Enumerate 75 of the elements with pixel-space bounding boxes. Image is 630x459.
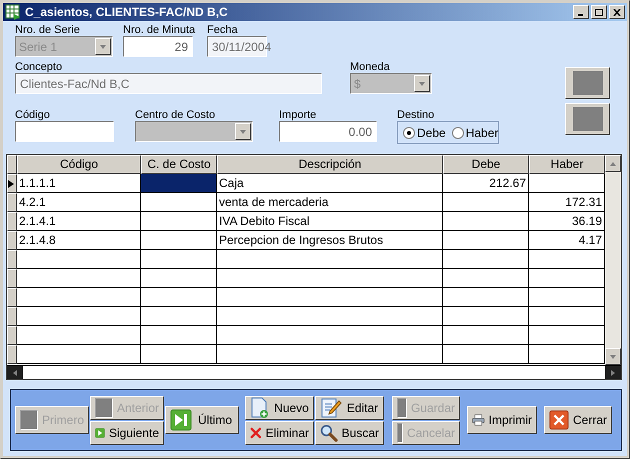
input-field[interactable] — [15, 121, 114, 142]
skip-to-end-icon — [170, 409, 192, 431]
field-label: Destino — [397, 109, 436, 121]
field-label: Concepto — [15, 61, 64, 73]
header-corner — [7, 155, 17, 174]
scroll-right-icon — [609, 368, 617, 376]
horizontal-scrollbar[interactable] — [7, 365, 621, 379]
field-label: Código — [15, 109, 51, 121]
field-label: Importe — [279, 109, 318, 121]
toolbar-button[interactable]: Buscar — [315, 420, 384, 444]
scroll-up-icon — [609, 160, 617, 168]
table-cell: IVA Debito Fiscal — [217, 212, 443, 231]
field-label: Fecha — [207, 24, 239, 36]
spreadsheet-icon — [5, 4, 21, 20]
row-header[interactable] — [7, 269, 17, 288]
caret-icon — [418, 80, 426, 88]
table-cell: 212.67 — [443, 174, 529, 193]
row-indicator[interactable] — [7, 174, 17, 193]
table-cell: 2.1.4.8 — [17, 231, 141, 250]
table-cell: 2.1.4.1 — [17, 212, 141, 231]
image-placeholder-icon — [20, 410, 38, 430]
image-placeholder-icon — [397, 398, 407, 418]
toolbar-button[interactable]: Editar — [315, 396, 384, 420]
radio-option[interactable]: Haber — [452, 124, 498, 142]
scroll-down-icon — [609, 352, 617, 360]
toolbar-button[interactable]: Último — [165, 406, 239, 434]
close-button[interactable] — [609, 5, 625, 19]
input-field[interactable]: 29 — [123, 36, 193, 57]
row-header[interactable] — [7, 250, 17, 269]
vertical-scrollbar[interactable] — [605, 155, 621, 365]
close-icon — [549, 409, 569, 431]
toolbar-button[interactable]: Nuevo — [245, 396, 314, 420]
radio-button[interactable] — [403, 126, 415, 138]
maximize-button[interactable] — [591, 5, 607, 19]
table-cell: 4.2.1 — [17, 193, 141, 212]
pencil-note-icon — [320, 396, 342, 418]
row-header[interactable] — [7, 326, 17, 345]
row-header[interactable] — [7, 288, 17, 307]
caret-icon — [239, 128, 247, 136]
image-button[interactable] — [565, 67, 610, 99]
maximize-icon — [595, 8, 603, 16]
table-cell: Percepcion de Ingresos Brutos — [217, 231, 443, 250]
field-label: Nro. de Minuta — [123, 24, 193, 36]
input-field[interactable]: Clientes-Fac/Nd B,C — [15, 73, 322, 94]
input-field[interactable]: 0.00 — [279, 121, 377, 142]
row-header[interactable] — [7, 345, 17, 364]
field-label: Nro. de Serie — [15, 24, 81, 36]
caret-icon — [99, 42, 107, 50]
column-header[interactable]: Haber — [529, 155, 605, 174]
minimize-button[interactable] — [573, 5, 589, 19]
toolbar-button[interactable]: Siguiente — [90, 420, 164, 444]
toolbar-button[interactable]: Imprimir — [467, 406, 537, 434]
image-button[interactable] — [565, 103, 610, 135]
field-label: Moneda — [350, 61, 391, 73]
toolbar-button[interactable]: Eliminar — [245, 420, 314, 444]
radio-option[interactable]: Debe — [403, 124, 446, 142]
image-placeholder-icon — [397, 422, 403, 442]
column-header[interactable]: C. de Costo — [141, 155, 217, 174]
table-cell: Caja — [217, 174, 443, 193]
image-placeholder-icon — [95, 398, 113, 418]
row-indicator[interactable] — [7, 231, 17, 250]
window-title: C_asientos, CLIENTES-FAC/ND B,C — [25, 4, 228, 21]
close-icon — [613, 8, 621, 16]
row-indicator[interactable] — [7, 193, 17, 212]
row-indicator[interactable] — [7, 212, 17, 231]
new-document-icon — [250, 396, 270, 418]
scroll-left-icon — [11, 368, 19, 376]
column-header[interactable]: Debe — [443, 155, 529, 174]
column-header[interactable]: Descripción — [217, 155, 443, 174]
column-header[interactable]: Código — [17, 155, 141, 174]
table-cell: venta de mercaderia — [217, 193, 443, 212]
radio-button[interactable] — [452, 126, 464, 138]
toolbar-button[interactable]: Cerrar — [544, 406, 612, 434]
field-label: Centro de Costo — [135, 109, 216, 121]
row-header[interactable] — [7, 307, 17, 326]
